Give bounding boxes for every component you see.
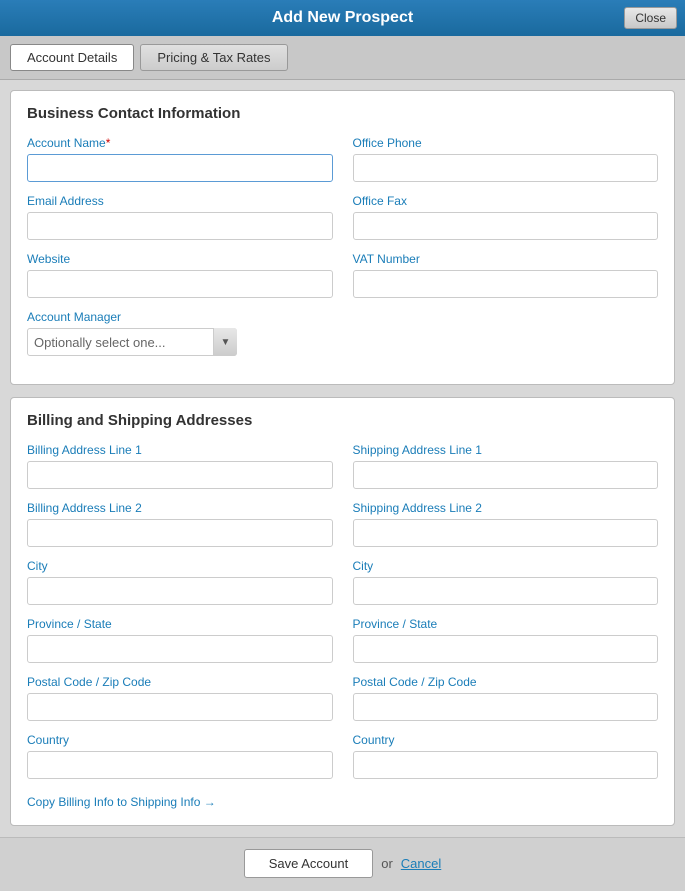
col-office-fax: Office Fax bbox=[353, 194, 659, 240]
billing-province-input[interactable] bbox=[27, 635, 333, 663]
shipping-country-input[interactable] bbox=[353, 751, 659, 779]
col-website: Website bbox=[27, 252, 333, 298]
col-shipping-address2: Shipping Address Line 2 bbox=[353, 501, 659, 547]
row-province: Province / State Province / State bbox=[27, 617, 658, 663]
col-shipping-province: Province / State bbox=[353, 617, 659, 663]
billing-address1-label: Billing Address Line 1 bbox=[27, 443, 333, 457]
cancel-link[interactable]: Cancel bbox=[401, 856, 441, 871]
col-office-phone: Office Phone bbox=[353, 136, 659, 182]
col-billing-province: Province / State bbox=[27, 617, 333, 663]
modal-title: Add New Prospect bbox=[272, 9, 413, 27]
email-label: Email Address bbox=[27, 194, 333, 208]
row-account-manager: Account Manager Optionally select one...… bbox=[27, 310, 658, 356]
shipping-postal-input[interactable] bbox=[353, 693, 659, 721]
col-billing-city: City bbox=[27, 559, 333, 605]
billing-address2-label: Billing Address Line 2 bbox=[27, 501, 333, 515]
shipping-postal-label: Postal Code / Zip Code bbox=[353, 675, 659, 689]
website-label: Website bbox=[27, 252, 333, 266]
row-address-line1: Billing Address Line 1 Shipping Address … bbox=[27, 443, 658, 489]
row-email-fax: Email Address Office Fax bbox=[27, 194, 658, 240]
row-country: Country Country bbox=[27, 733, 658, 779]
col-shipping-country: Country bbox=[353, 733, 659, 779]
business-contact-section: Business Contact Information Account Nam… bbox=[10, 90, 675, 385]
save-account-button[interactable]: Save Account bbox=[244, 849, 374, 878]
row-account-name-phone: Account Name* Office Phone bbox=[27, 136, 658, 182]
office-phone-label: Office Phone bbox=[353, 136, 659, 150]
account-manager-select-wrapper: Optionally select one... ▼ bbox=[27, 328, 237, 356]
billing-city-input[interactable] bbox=[27, 577, 333, 605]
col-account-name: Account Name* bbox=[27, 136, 333, 182]
billing-postal-input[interactable] bbox=[27, 693, 333, 721]
office-fax-label: Office Fax bbox=[353, 194, 659, 208]
tab-account-details[interactable]: Account Details bbox=[10, 44, 134, 71]
col-billing-address2: Billing Address Line 2 bbox=[27, 501, 333, 547]
billing-address1-input[interactable] bbox=[27, 461, 333, 489]
shipping-city-label: City bbox=[353, 559, 659, 573]
billing-address2-input[interactable] bbox=[27, 519, 333, 547]
col-shipping-address1: Shipping Address Line 1 bbox=[353, 443, 659, 489]
shipping-country-label: Country bbox=[353, 733, 659, 747]
tab-bar: Account Details Pricing & Tax Rates bbox=[0, 36, 685, 80]
col-account-manager: Account Manager Optionally select one...… bbox=[27, 310, 247, 356]
shipping-address1-input[interactable] bbox=[353, 461, 659, 489]
vat-label: VAT Number bbox=[353, 252, 659, 266]
account-manager-label: Account Manager bbox=[27, 310, 247, 324]
col-billing-address1: Billing Address Line 1 bbox=[27, 443, 333, 489]
main-content: Business Contact Information Account Nam… bbox=[0, 80, 685, 837]
shipping-address2-label: Shipping Address Line 2 bbox=[353, 501, 659, 515]
shipping-city-input[interactable] bbox=[353, 577, 659, 605]
col-billing-postal: Postal Code / Zip Code bbox=[27, 675, 333, 721]
office-phone-input[interactable] bbox=[353, 154, 659, 182]
copy-billing-to-shipping-link[interactable]: Copy Billing Info to Shipping Info → bbox=[27, 795, 216, 809]
footer: Save Account or Cancel bbox=[0, 837, 685, 889]
footer-or-text: or bbox=[381, 856, 393, 871]
account-name-label: Account Name* bbox=[27, 136, 333, 150]
account-name-input[interactable] bbox=[27, 154, 333, 182]
row-address-line2: Billing Address Line 2 Shipping Address … bbox=[27, 501, 658, 547]
account-manager-select[interactable]: Optionally select one... bbox=[27, 328, 237, 356]
col-shipping-city: City bbox=[353, 559, 659, 605]
office-fax-input[interactable] bbox=[353, 212, 659, 240]
col-vat: VAT Number bbox=[353, 252, 659, 298]
modal-header: Add New Prospect Close bbox=[0, 0, 685, 36]
col-shipping-postal: Postal Code / Zip Code bbox=[353, 675, 659, 721]
billing-province-label: Province / State bbox=[27, 617, 333, 631]
billing-city-label: City bbox=[27, 559, 333, 573]
vat-input[interactable] bbox=[353, 270, 659, 298]
col-billing-country: Country bbox=[27, 733, 333, 779]
close-button[interactable]: Close bbox=[624, 7, 677, 29]
row-postal: Postal Code / Zip Code Postal Code / Zip… bbox=[27, 675, 658, 721]
row-website-vat: Website VAT Number bbox=[27, 252, 658, 298]
shipping-province-input[interactable] bbox=[353, 635, 659, 663]
tab-pricing-tax-rates[interactable]: Pricing & Tax Rates bbox=[140, 44, 287, 71]
required-asterisk: * bbox=[106, 136, 111, 150]
col-email: Email Address bbox=[27, 194, 333, 240]
billing-shipping-section: Billing and Shipping Addresses Billing A… bbox=[10, 397, 675, 826]
billing-section-title: Billing and Shipping Addresses bbox=[27, 412, 658, 429]
shipping-province-label: Province / State bbox=[353, 617, 659, 631]
email-input[interactable] bbox=[27, 212, 333, 240]
row-city: City City bbox=[27, 559, 658, 605]
billing-postal-label: Postal Code / Zip Code bbox=[27, 675, 333, 689]
shipping-address1-label: Shipping Address Line 1 bbox=[353, 443, 659, 457]
billing-country-input[interactable] bbox=[27, 751, 333, 779]
business-section-title: Business Contact Information bbox=[27, 105, 658, 122]
shipping-address2-input[interactable] bbox=[353, 519, 659, 547]
billing-country-label: Country bbox=[27, 733, 333, 747]
website-input[interactable] bbox=[27, 270, 333, 298]
